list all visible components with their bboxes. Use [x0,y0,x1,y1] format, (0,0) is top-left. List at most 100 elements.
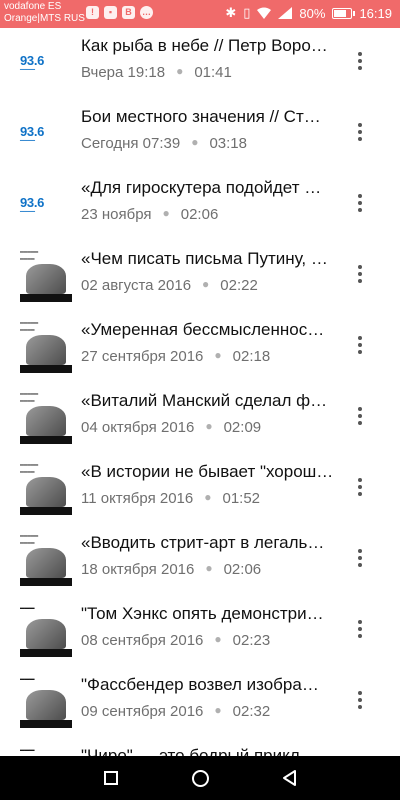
separator-dot-icon: ● [162,206,170,220]
episode-duration: 02:09 [223,419,262,436]
episode-row[interactable]: ━━━━━ ━━━━ «Виталий Манский сделал ф… 04 … [0,383,400,454]
cover-brand-icon [20,294,72,302]
episode-row[interactable]: ━━━ "Чиро" — это бодрый прикл… [0,738,400,756]
separator-dot-icon: ● [214,703,222,717]
wifi-icon [257,7,272,19]
episode-title[interactable]: «Для гироскутера подойдет … [81,178,336,198]
episode-row[interactable]: ━━━━━ ━━━━ «Чем писать письма Путину, … 0… [0,241,400,312]
episode-title[interactable]: «Умеренная бессмысленнос… [81,320,336,340]
episode-date: Сегодня 07:39 [81,135,181,152]
episode-row[interactable]: 93.6 ━━━━━ Бои местного значения // Ст… … [0,99,400,170]
episode-row[interactable]: 93.6 ━━━━━ Как рыба в небе // Петр Воро…… [0,28,400,99]
more-options-icon[interactable] [350,330,370,360]
separator-dot-icon: ● [214,632,222,646]
notification-icon: ! [86,6,99,19]
episode-title[interactable]: «Вводить стрит-арт в легаль… [81,533,336,553]
episode-list[interactable]: 93.6 ━━━━━ Как рыба в небе // Петр Воро…… [0,28,400,756]
cover-brand-icon [20,365,72,373]
logo-frequency: 93.6 [20,52,45,68]
more-options-icon[interactable] [350,685,370,715]
image-icon: ▪ [104,6,117,19]
cover-title-icon: ━━━ [20,747,35,755]
episode-title[interactable]: Бои местного значения // Ст… [81,107,336,127]
episode-duration: 03:18 [209,135,247,152]
kommersant-fm-logo: 93.6 ━━━━━ [20,108,72,160]
cover-title-icon: ━━━━━ ━━━━ [20,534,39,547]
episode-title[interactable]: Как рыба в небе // Петр Воро… [81,36,336,56]
square-icon [104,771,118,785]
more-options-icon[interactable] [350,543,370,573]
circle-icon [191,769,209,787]
episode-row[interactable]: ━━━━━ ━━━━ «Вводить стрит-арт в легаль… 1… [0,525,400,596]
episode-date: 04 октября 2016 [81,419,195,436]
triangle-back-icon [283,770,296,786]
episode-title[interactable]: "Том Хэнкс опять демонстри… [81,604,336,624]
more-options-icon[interactable] [350,614,370,644]
episode-duration: 02:18 [232,348,271,365]
logo-caption-icon: ━━━━━ [20,137,36,144]
episode-title[interactable]: «В истории не бывает "хорош… [81,462,336,482]
vibrate-icon: ▯ [243,5,251,20]
episode-title[interactable]: «Чем писать письма Путину, … [81,249,336,269]
separator-dot-icon: ● [202,277,210,291]
episode-title[interactable]: «Виталий Манский сделал ф… [81,391,336,411]
episode-date: Вчера 19:18 [81,64,166,81]
logo-caption-icon: ━━━━━ [20,208,36,215]
battery-icon [332,7,356,19]
episode-meta: Вчера 19:18 ● 01:41 [81,64,232,81]
episode-duration: 02:32 [232,703,271,720]
portrait-image [26,264,66,294]
podcast-cover-image: ━━━━━ ━━━━ [20,392,72,444]
episode-meta: Сегодня 07:39 ● 03:18 [81,135,247,152]
episode-row[interactable]: 93.6 ━━━━━ «Для гироскутера подойдет … 2… [0,170,400,241]
logo-frequency: 93.6 [20,194,45,210]
notification-icons: ! ▪ B … [86,6,153,19]
vk-icon: B [122,6,135,19]
more-options-icon[interactable] [350,46,370,76]
portrait-image [26,619,66,649]
logo-frequency: 93.6 [20,123,45,139]
battery-fill [334,9,347,17]
episode-date: 08 сентября 2016 [81,632,204,649]
episode-duration: 01:41 [194,64,232,81]
logo-caption-icon: ━━━━━ [20,66,36,73]
portrait-image [26,690,66,720]
episode-title[interactable]: "Чиро" — это бодрый прикл… [81,746,336,756]
carrier-secondary: Orange|MTS RUS [4,13,85,24]
back-button[interactable] [265,756,315,800]
episode-date: 18 октября 2016 [81,561,195,578]
cover-title-icon: ━━━ [20,676,35,684]
cover-brand-icon [20,720,72,728]
more-options-icon[interactable] [350,472,370,502]
podcast-cover-image: ━━━ [20,676,72,728]
episode-meta: 02 августа 2016 ● 02:22 [81,277,258,294]
battery-percent: 80% [299,5,326,21]
cover-brand-icon [20,649,72,657]
episode-date: 23 ноября [81,206,152,223]
podcast-cover-image: ━━━━━ ━━━━ [20,250,72,302]
portrait-image [26,548,66,578]
signal-icon [278,7,293,19]
episode-row[interactable]: ━━━━━ ━━━━ «Умеренная бессмысленнос… 27 с… [0,312,400,383]
episode-row[interactable]: ━━━ "Том Хэнкс опять демонстри… 08 сентя… [0,596,400,667]
recents-button[interactable] [86,756,136,800]
kommersant-fm-logo: 93.6 ━━━━━ [20,37,72,89]
episode-meta: 04 октября 2016 ● 02:09 [81,419,261,436]
separator-dot-icon: ● [214,348,222,362]
episode-date: 27 сентября 2016 [81,348,204,365]
episode-row[interactable]: ━━━ "Фассбендер возвел изобра… 09 сентяб… [0,667,400,738]
episode-duration: 02:06 [180,206,219,223]
kommersant-fm-logo: 93.6 ━━━━━ [20,179,72,231]
home-button[interactable] [175,756,225,800]
episode-meta: 23 ноября ● 02:06 [81,206,218,223]
more-options-icon[interactable] [350,117,370,147]
more-options-icon[interactable] [350,401,370,431]
episode-row[interactable]: ━━━━━ ━━━━ «В истории не бывает "хорош… 1… [0,454,400,525]
cover-title-icon: ━━━━━ ━━━━ [20,250,39,263]
episode-date: 09 сентября 2016 [81,703,204,720]
carrier-primary: vodafone ES [4,1,62,12]
episode-title[interactable]: "Фассбендер возвел изобра… [81,675,336,695]
carrier-info: vodafone ES Orange|MTS RUS [4,1,85,25]
more-options-icon[interactable] [350,259,370,289]
more-options-icon[interactable] [350,188,370,218]
